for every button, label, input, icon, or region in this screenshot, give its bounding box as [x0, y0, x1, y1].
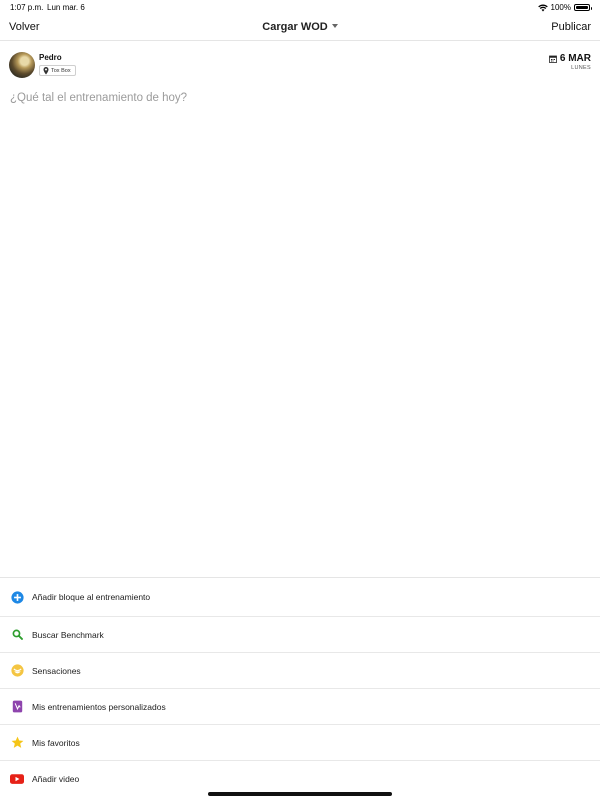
- status-time: 1:07 p.m.: [10, 3, 44, 12]
- action-label: Buscar Benchmark: [32, 629, 104, 640]
- add-circle-icon: [10, 590, 24, 604]
- action-label: Añadir bloque al entrenamiento: [32, 592, 151, 602]
- home-indicator[interactable]: [208, 792, 392, 796]
- page-title: Cargar WOD: [262, 21, 328, 33]
- add-block-button[interactable]: Añadir bloque al entrenamiento: [0, 578, 600, 617]
- wifi-icon: [537, 3, 548, 11]
- navigation-bar: Volver Cargar WOD Publicar: [0, 14, 600, 41]
- status-date: Lun mar. 6: [47, 3, 85, 12]
- caret-down-icon: [331, 24, 338, 28]
- battery-icon: [574, 4, 592, 11]
- status-bar: 1:07 p.m. Lun mar. 6 100%: [0, 0, 600, 14]
- custom-workout-icon: [10, 700, 24, 714]
- date-weekday: LUNES: [571, 65, 591, 71]
- search-icon: [10, 628, 24, 642]
- avatar[interactable]: [9, 52, 35, 78]
- action-label: Añadir video: [32, 774, 80, 784]
- battery-percent: 100%: [550, 3, 571, 12]
- user-name: Pedro: [39, 53, 62, 62]
- feelings-button[interactable]: Sensaciones: [0, 653, 600, 689]
- post-header: Pedro Tox Box 6 MAR LUNES: [9, 52, 591, 82]
- publish-button[interactable]: Publicar: [551, 21, 591, 33]
- calendar-icon: [548, 55, 557, 63]
- location-tag[interactable]: Tox Box: [39, 65, 76, 76]
- date-selector[interactable]: 6 MAR LUNES: [548, 53, 591, 71]
- smiley-icon: [10, 664, 24, 678]
- location-label: Tox Box: [51, 67, 71, 74]
- location-pin-icon: [43, 66, 49, 74]
- action-list: Añadir bloque al entrenamiento Buscar Be…: [0, 577, 600, 797]
- favorites-button[interactable]: Mis favoritos: [0, 725, 600, 761]
- date-main: 6 MAR: [559, 53, 591, 64]
- action-label: Mis favoritos: [32, 737, 80, 748]
- star-icon: [10, 736, 24, 750]
- custom-workouts-button[interactable]: Mis entrenamientos personalizados: [0, 689, 600, 725]
- action-label: Sensaciones: [32, 665, 81, 676]
- search-benchmark-button[interactable]: Buscar Benchmark: [0, 617, 600, 653]
- action-label: Mis entrenamientos personalizados: [32, 701, 166, 712]
- workout-text-input[interactable]: ¿Qué tal el entrenamiento de hoy?: [10, 92, 590, 104]
- status-right: 100%: [537, 3, 592, 12]
- youtube-icon: [10, 772, 24, 786]
- title-dropdown[interactable]: Cargar WOD: [0, 21, 600, 33]
